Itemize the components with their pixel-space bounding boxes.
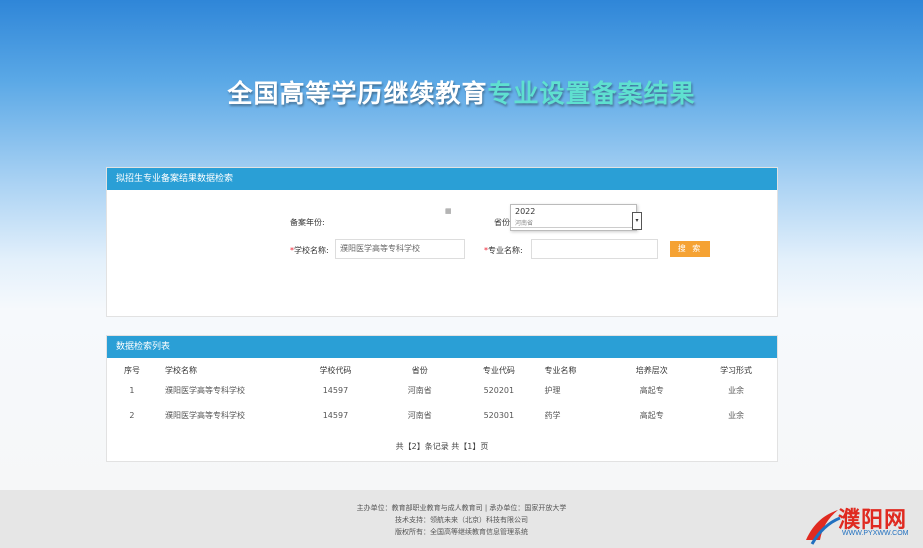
year-option[interactable]: 2022 — [511, 205, 636, 218]
search-panel-title: 拟招生专业备案结果数据检索 — [107, 168, 777, 190]
cell-index: 2 — [129, 411, 135, 420]
cell-level: 高起专 — [639, 411, 664, 420]
cell-study-form: 业余 — [728, 411, 745, 420]
col-header-school: 学校名称 — [164, 365, 197, 375]
results-table: 序号 学校名称 学校代码 省份 专业代码 专业名称 培养层次 学习形式 1 濮阳… — [113, 362, 773, 428]
cell-province: 河南省 — [407, 411, 432, 420]
cell-index: 1 — [129, 386, 135, 395]
col-header-major-name: 专业名称 — [544, 365, 577, 375]
cell-major-name: 药学 — [544, 411, 561, 420]
cell-school-code: 14597 — [322, 411, 349, 420]
cell-province: 河南省 — [407, 386, 432, 395]
cell-level: 高起专 — [639, 386, 664, 395]
watermark-url: WWW.PYXWW.COM — [842, 530, 909, 537]
cell-school: 濮阳医学高等专科学校 — [164, 386, 245, 395]
footer: 主办单位：教育部职业教育与成人教育司 | 承办单位：国家开放大学 技术支持：领航… — [0, 490, 923, 548]
cell-school: 濮阳医学高等专科学校 — [164, 411, 245, 420]
col-header-school-code: 学校代码 — [319, 365, 352, 375]
footer-copyright: 版权所有：全国高等继续教育信息管理系统 — [395, 528, 528, 536]
table-row: 2 濮阳医学高等专科学校 14597 河南省 520301 药学 高起专 业余 — [113, 403, 773, 428]
col-header-index: 序号 — [123, 365, 140, 375]
col-header-province: 省份 — [411, 365, 428, 375]
chevron-down-icon[interactable]: ▾ — [632, 212, 642, 230]
cell-major-code: 520301 — [483, 411, 515, 420]
school-name-input[interactable]: 濮阳医学高等专科学校 — [335, 239, 465, 259]
table-header-row: 序号 学校名称 学校代码 省份 专业代码 专业名称 培养层次 学习形式 — [113, 362, 773, 378]
page-title: 全国高等学历继续教育专业设置备案结果 — [0, 74, 923, 110]
calendar-icon[interactable]: ▦ — [445, 207, 452, 215]
cell-school-code: 14597 — [322, 386, 349, 395]
major-label: *专业名称: — [484, 246, 523, 255]
col-header-major-code: 专业代码 — [482, 365, 515, 375]
result-panel-title: 数据检索列表 — [107, 336, 777, 358]
table-row: 1 濮阳医学高等专科学校 14597 河南省 520201 护理 高起专 业余 — [113, 378, 773, 403]
cell-major-name: 护理 — [544, 386, 561, 395]
province-select-partial[interactable]: 河南省 — [511, 218, 636, 228]
pagination-summary: 共【2】条记录 共【1】页 — [395, 442, 489, 451]
page-title-part2: 专业设置备案结果 — [487, 79, 696, 108]
year-dropdown[interactable]: 2022 河南省 ▾ — [510, 204, 642, 231]
school-label: *学校名称: — [290, 246, 329, 255]
province-label: 省份 — [494, 218, 510, 227]
page-title-part1: 全国高等学历继续教育 — [227, 79, 488, 108]
col-header-level: 培养层次 — [635, 365, 668, 375]
major-name-input[interactable] — [531, 239, 658, 259]
cell-major-code: 520201 — [483, 386, 515, 395]
search-button[interactable]: 搜 索 — [670, 241, 710, 257]
footer-tech-support: 技术支持：领航未来（北京）科技有限公司 — [395, 516, 528, 524]
cell-study-form: 业余 — [728, 386, 745, 395]
year-label: 备案年份: — [290, 218, 325, 227]
col-header-study-form: 学习形式 — [720, 365, 753, 375]
footer-sponsor: 主办单位：教育部职业教育与成人教育司 | 承办单位：国家开放大学 — [356, 504, 567, 512]
